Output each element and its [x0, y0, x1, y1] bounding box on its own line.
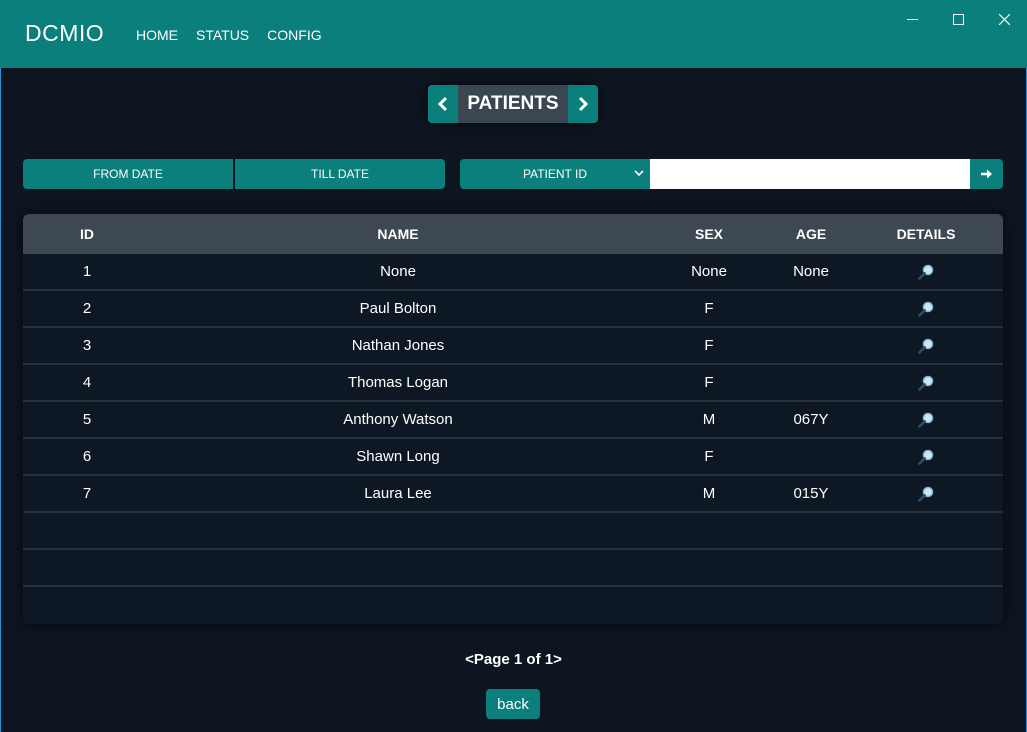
column-header-age[interactable]: AGE [773, 226, 849, 242]
cell-details [849, 264, 1003, 280]
table-row[interactable]: 4 Thomas Logan F [23, 365, 1003, 402]
cell-sex: M [702, 485, 716, 502]
cell-id: 3 [82, 337, 92, 354]
nav-home[interactable]: HOME [136, 27, 178, 43]
nav-status[interactable]: STATUS [196, 27, 249, 43]
magnifier-icon[interactable] [918, 264, 934, 280]
column-header-name[interactable]: NAME [151, 226, 645, 242]
search-group: PATIENT ID [460, 159, 1003, 189]
chevron-left-icon [437, 96, 448, 112]
magnifier-icon[interactable] [918, 338, 934, 354]
magnifier-icon[interactable] [918, 375, 934, 391]
column-header-id[interactable]: ID [23, 226, 151, 242]
cell-id: 2 [82, 300, 92, 317]
magnifier-icon[interactable] [918, 301, 934, 317]
cell-sex: F [704, 374, 714, 391]
close-button[interactable] [981, 0, 1027, 38]
cell-details [849, 486, 1003, 502]
cell-id: 6 [82, 448, 92, 465]
cell-sex: None [691, 263, 727, 280]
cell-details [849, 301, 1003, 317]
magnifier-icon[interactable] [918, 412, 934, 428]
nav-config[interactable]: CONFIG [267, 27, 321, 43]
cell-name: Anthony Watson [343, 411, 453, 428]
search-input[interactable] [650, 159, 970, 189]
cell-name: Shawn Long [356, 448, 440, 465]
cell-id: 5 [82, 411, 92, 428]
cell-id: 1 [82, 263, 92, 280]
title-bar: DCMIO HOME STATUS CONFIG [0, 0, 1027, 68]
app-brand: DCMIO [25, 20, 105, 46]
prev-section-button[interactable] [428, 85, 458, 123]
cell-age: 015Y [793, 485, 829, 502]
column-header-details: DETAILS [896, 226, 956, 242]
arrow-right-icon [981, 169, 992, 179]
maximize-button[interactable] [935, 0, 981, 38]
from-date-button[interactable]: FROM DATE [23, 159, 233, 189]
column-header-sex[interactable]: SEX [645, 226, 773, 242]
cell-sex: F [704, 337, 714, 354]
cell-age: None [793, 263, 829, 280]
patients-pager-header: PATIENTS [428, 85, 598, 123]
till-date-button[interactable]: TILL DATE [233, 159, 445, 189]
cell-name: Nathan Jones [351, 337, 445, 354]
table-row[interactable]: 7 Laura Lee M 015Y [23, 476, 1003, 513]
maximize-icon [952, 13, 964, 25]
cell-sex: F [704, 448, 714, 465]
table-header: ID NAME SEX AGE DETAILS [23, 214, 1003, 254]
empty-row [23, 513, 1003, 550]
cell-details [849, 449, 1003, 465]
cell-sex: F [704, 300, 714, 317]
cell-id: 7 [82, 485, 92, 502]
table-row[interactable]: 1 None None None [23, 254, 1003, 291]
cell-name: Thomas Logan [347, 374, 449, 391]
search-field-select[interactable]: PATIENT ID [460, 159, 650, 189]
section-title: PATIENTS [458, 85, 568, 123]
minimize-button[interactable] [889, 0, 935, 38]
table-row[interactable]: 2 Paul Bolton F [23, 291, 1003, 328]
cell-name: Laura Lee [364, 485, 432, 502]
cell-name: Paul Bolton [359, 300, 437, 317]
magnifier-icon[interactable] [918, 486, 934, 502]
cell-sex: M [702, 411, 716, 428]
cell-name: None [380, 263, 416, 280]
cell-id: 4 [82, 374, 92, 391]
window-controls [889, 0, 1027, 38]
cell-details [849, 412, 1003, 428]
next-section-button[interactable] [568, 85, 598, 123]
empty-row [23, 550, 1003, 587]
pagination-label: <Page 1 of 1> [465, 651, 562, 668]
table-row[interactable]: 6 Shawn Long F [23, 439, 1003, 476]
date-range-group: FROM DATE TILL DATE [23, 159, 445, 189]
empty-row [23, 587, 1003, 624]
cell-age: 067Y [793, 411, 829, 428]
patients-table: ID NAME SEX AGE DETAILS 1 None None None… [23, 214, 1003, 624]
search-field-select-value: PATIENT ID [522, 167, 587, 181]
search-go-button[interactable] [970, 159, 1003, 189]
minimize-icon [906, 18, 918, 20]
chevron-right-icon [578, 96, 589, 112]
table-row[interactable]: 3 Nathan Jones F [23, 328, 1003, 365]
back-button[interactable]: back [486, 689, 540, 719]
close-icon [998, 13, 1010, 25]
table-row[interactable]: 5 Anthony Watson M 067Y [23, 402, 1003, 439]
cell-details [849, 338, 1003, 354]
cell-details [849, 375, 1003, 391]
main-nav: HOME STATUS CONFIG [136, 27, 322, 43]
chevron-down-icon [634, 170, 644, 177]
magnifier-icon[interactable] [918, 449, 934, 465]
